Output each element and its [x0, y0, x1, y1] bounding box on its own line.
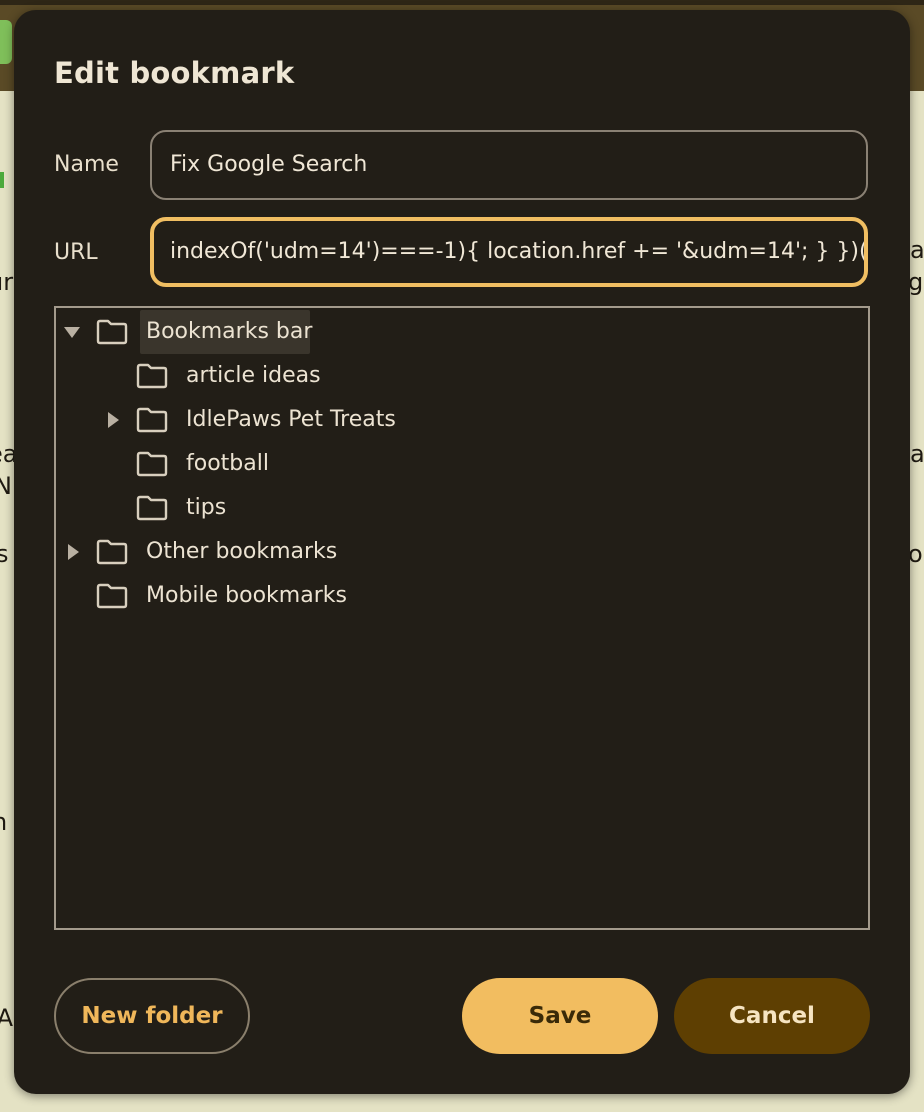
tree-item-other-bookmarks[interactable]: Other bookmarks — [56, 530, 868, 574]
background-text-fragment: a — [910, 440, 924, 468]
save-button[interactable]: Save — [462, 978, 658, 1054]
tree-item-label: IdlePaws Pet Treats — [186, 407, 396, 432]
background-text-fragment: N — [0, 472, 12, 500]
background-text-fragment: ge — [908, 268, 924, 296]
background-accent-mark — [0, 172, 4, 188]
background-text-fragment: ar — [910, 236, 924, 264]
cancel-button[interactable]: Cancel — [674, 978, 870, 1054]
name-input[interactable]: Fix Google Search — [150, 130, 868, 200]
background-text-fragment: 'A — [0, 1004, 14, 1032]
background-text-fragment: o — [908, 540, 923, 568]
folder-tree[interactable]: Bookmarks bar article ideas IdlePaws Pet… — [54, 306, 870, 930]
folder-icon — [96, 319, 128, 345]
tree-item-label: tips — [186, 495, 227, 520]
url-label: URL — [54, 240, 98, 265]
background-logo — [0, 20, 12, 64]
tree-item-label: article ideas — [186, 363, 321, 388]
tree-item-bookmarks-bar[interactable]: Bookmarks bar — [56, 310, 868, 354]
expand-arrow-icon[interactable] — [108, 412, 119, 428]
tree-item-tips[interactable]: tips — [56, 486, 868, 530]
tree-item-label: Mobile bookmarks — [146, 583, 347, 608]
expand-arrow-icon[interactable] — [68, 544, 79, 560]
new-folder-button[interactable]: New folder — [54, 978, 250, 1054]
url-input[interactable]: indexOf('udm=14')===-1){ location.href +… — [150, 217, 868, 287]
edit-bookmark-dialog: Edit bookmark Name Fix Google Search URL… — [14, 10, 910, 1094]
tree-item-article-ideas[interactable]: article ideas — [56, 354, 868, 398]
background-text-fragment: n — [0, 808, 7, 836]
background-text-fragment: ur — [0, 268, 14, 296]
folder-icon — [96, 539, 128, 565]
folder-icon — [96, 583, 128, 609]
tree-item-label: Bookmarks bar — [146, 319, 313, 344]
tree-item-idlepaws-pet-treats[interactable]: IdlePaws Pet Treats — [56, 398, 868, 442]
name-label: Name — [54, 152, 119, 177]
tree-item-label: football — [186, 451, 269, 476]
collapse-arrow-icon[interactable] — [64, 327, 80, 338]
tree-item-football[interactable]: football — [56, 442, 868, 486]
folder-icon — [136, 407, 168, 433]
folder-icon — [136, 495, 168, 521]
tree-item-mobile-bookmarks[interactable]: Mobile bookmarks — [56, 574, 868, 618]
tree-item-label: Other bookmarks — [146, 539, 338, 564]
dialog-title: Edit bookmark — [54, 56, 295, 90]
folder-icon — [136, 363, 168, 389]
folder-icon — [136, 451, 168, 477]
background-text-fragment: s — [0, 540, 9, 568]
